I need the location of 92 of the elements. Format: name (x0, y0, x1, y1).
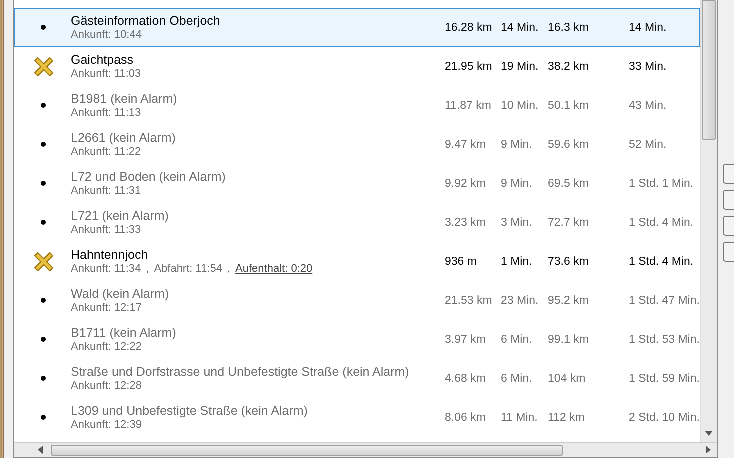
route-row[interactable]: Straße und Dorfstrasse und Unbefestigte Straße (kein Alarm) Ankunft: 12:28 4.68 km 6 Min. 104 km 1 Std. 59 Min. (14, 359, 700, 398)
duration-cell-text: 10 Min. (501, 100, 540, 112)
route-row[interactable]: B1711 (kein Alarm) Ankunft: 12:22 3.97 km 6 Min. 99.1 km 1 Std. 53 Min. (14, 320, 700, 359)
total-distance-cell-text: 50.1 km (548, 100, 590, 112)
route-row[interactable]: Gaichtpass Ankunft: 11:03 21.95 km 19 Min. 38.2 km 33 Min. (14, 47, 700, 86)
total-duration-cell-text: 1 Std. 4 Min. (629, 216, 695, 228)
waypoint-name: Gaichtpass (71, 53, 134, 67)
total-duration-cell-text: 1 Std. 4 Min. (629, 256, 695, 268)
total-duration-cell: 1 Std. 47 Min. (629, 294, 699, 306)
distance-cell-text: 9.92 km (445, 178, 487, 190)
side-button[interactable] (723, 216, 734, 236)
route-row[interactable]: Hahntennjoch Ankunft: 11:34 , Abfahrt: 11:54 , Aufenthalt: 0:20 936 m 1 Min. 73.6 km 1 Std. 4 Min. (14, 242, 700, 281)
waypoint-name: Hahntennjoch (71, 248, 148, 262)
duration-cell-text: 6 Min. (501, 334, 534, 346)
time-text: Ankunft: 11:22 (71, 146, 142, 158)
scroll-thumb[interactable] (702, 0, 716, 140)
distance-cell-text: 8.06 km (445, 412, 487, 424)
side-button[interactable] (723, 164, 734, 184)
total-distance-cell-text: 38.2 km (548, 60, 590, 72)
time-text: Ankunft: 12:17 (71, 302, 142, 314)
duration-cell-text: 9 Min. (501, 178, 534, 190)
total-distance-cell-text: 104 km (548, 372, 587, 384)
time-text: Ankunft: 11:03 (71, 68, 142, 80)
total-duration-cell-text: 14 Min. (629, 22, 668, 34)
total-duration-cell-text: 52 Min. (629, 138, 668, 150)
duration-cell-text: 3 Min. (501, 216, 534, 228)
total-duration-cell-text: 33 Min. (629, 60, 668, 72)
time-text: Ankunft: 10:44 (71, 29, 142, 41)
waypoint-name: Gästeinformation Oberjoch (71, 14, 220, 28)
total-duration-cell: 2 Std. 10 Min. (629, 412, 699, 424)
total-distance-cell-text: 99.1 km (548, 334, 590, 346)
route-row[interactable]: Wald (kein Alarm) Ankunft: 12:17 21.53 km 23 Min. 95.2 km 1 Std. 47 Min. (14, 281, 700, 320)
left-arrow-icon[interactable] (38, 446, 43, 454)
side-button[interactable] (723, 190, 734, 210)
waypoint-name: L72 und Boden (kein Alarm) (71, 170, 226, 184)
route-row[interactable]: L309 und Unbefestigte Straße (kein Alarm) Ankunft: 12:39 8.06 km 11 Min. 112 km 2 Std. 10 Min. (14, 398, 700, 437)
right-arrow-icon[interactable] (706, 446, 711, 454)
waypoint-name: Wald (kein Alarm) (71, 287, 170, 301)
distance-cell-text: 9.47 km (445, 138, 487, 150)
total-distance-cell-text: 59.6 km (548, 138, 590, 150)
total-duration-cell: 1 Std. 53 Min. (629, 334, 699, 346)
stay-link[interactable]: Aufenthalt: 0:20 (236, 263, 313, 275)
total-duration-cell: 1 Std. 59 Min. (629, 372, 699, 384)
total-distance-cell-text: 95.2 km (548, 294, 590, 306)
total-distance-cell-text: 69.5 km (548, 178, 590, 190)
waypoint-name: B1711 (kein Alarm) (71, 326, 176, 340)
vertical-scrollbar[interactable] (700, 0, 717, 442)
total-duration-cell-text: 1 Std. 1 Min. (629, 178, 695, 190)
total-distance-cell-text: 73.6 km (548, 256, 590, 268)
waypoint-name: L309 und Unbefestigte Straße (kein Alarm) (71, 404, 308, 418)
separator: , (227, 263, 231, 275)
distance-cell-text: 3.23 km (445, 216, 487, 228)
duration-cell-text: 23 Min. (501, 294, 540, 306)
total-distance-cell-text: 112 km (548, 412, 586, 424)
total-distance-cell-text: 72.7 km (548, 216, 590, 228)
distance-cell-text: 21.53 km (445, 294, 494, 306)
time-text: Ankunft: 11:34 (71, 263, 142, 275)
duration-cell-text: 6 Min. (501, 372, 534, 384)
duration-cell-text: 11 Min. (501, 412, 539, 424)
duration-cell-text: 9 Min. (501, 138, 534, 150)
down-arrow-icon[interactable] (705, 431, 713, 436)
distance-cell-text: 3.97 km (445, 334, 487, 346)
waypoint-name: B1981 (kein Alarm) (71, 92, 178, 106)
time-text: Abfahrt: 11:54 (154, 263, 222, 275)
horizontal-scrollbar[interactable] (14, 442, 717, 457)
distance-cell-text: 4.68 km (445, 372, 487, 384)
time-text: Ankunft: 11:13 (71, 107, 142, 119)
route-row[interactable]: B1981 (kein Alarm) Ankunft: 11:13 11.87 km 10 Min. 50.1 km 43 Min. (14, 86, 700, 125)
duration-cell-text: 19 Min. (501, 60, 540, 72)
route-row[interactable]: L721 (kein Alarm) Ankunft: 11:33 3.23 km 3 Min. 72.7 km 1 Std. 4 Min. (14, 203, 700, 242)
time-text: Ankunft: 12:39 (71, 419, 142, 431)
distance-cell-text: 11.87 km (445, 100, 492, 112)
time-text: Ankunft: 11:31 (71, 185, 142, 197)
time-text: Ankunft: 12:22 (71, 341, 142, 353)
waypoint-name: L2661 (kein Alarm) (71, 131, 176, 145)
scroll-thumb[interactable] (51, 444, 563, 456)
route-row[interactable]: Gästeinformation Oberjoch Ankunft: 10:44 16.28 km 14 Min. 16.3 km 14 Min. (14, 8, 700, 47)
distance-cell-text: 16.28 km (445, 22, 494, 34)
duration-cell-text: 14 Min. (501, 22, 540, 34)
distance-cell-text: 21.95 km (445, 60, 494, 72)
time-text: Ankunft: 11:33 (71, 224, 142, 236)
waypoint-name: Straße und Dorfstrasse und Unbefestigte Straße (kein Alarm) (71, 365, 410, 379)
side-button[interactable] (723, 242, 734, 262)
route-row[interactable]: L72 und Boden (kein Alarm) Ankunft: 11:31 9.92 km 9 Min. 69.5 km 1 Std. 1 Min. (14, 164, 700, 203)
time-text: Ankunft: 12:28 (71, 380, 142, 392)
distance-cell-text: 936 m (445, 256, 478, 268)
separator: , (146, 263, 150, 275)
total-distance-cell-text: 16.3 km (548, 22, 590, 34)
waypoint-name: L721 (kein Alarm) (71, 209, 169, 223)
route-row[interactable]: L2661 (kein Alarm) Ankunft: 11:22 9.47 km 9 Min. 59.6 km 52 Min. (14, 125, 700, 164)
total-duration-cell-text: 43 Min. (629, 100, 668, 112)
duration-cell-text: 1 Min. (501, 256, 534, 268)
